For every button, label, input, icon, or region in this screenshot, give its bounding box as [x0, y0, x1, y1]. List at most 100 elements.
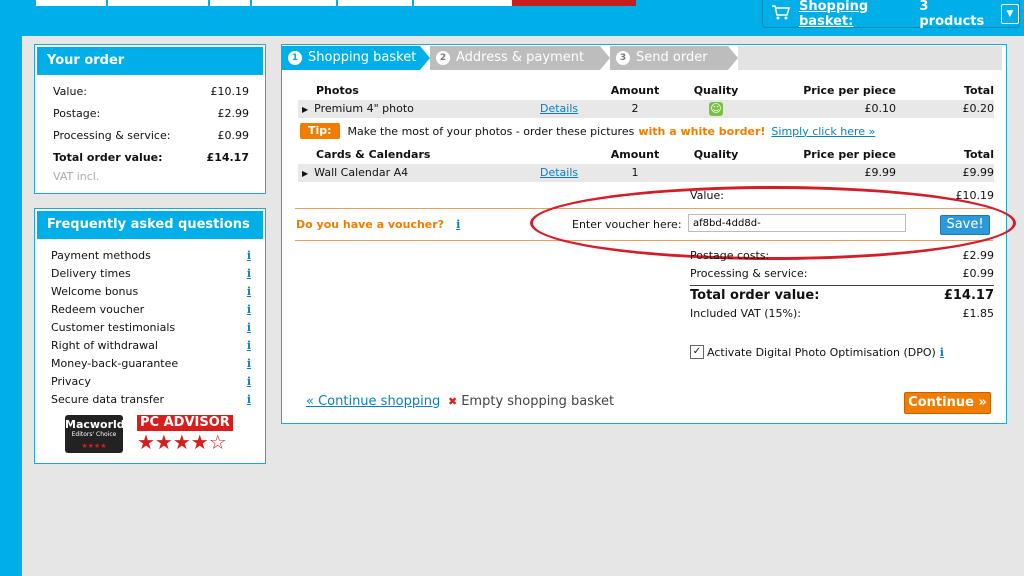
amount-value: 1: [631, 166, 639, 179]
tip-link[interactable]: Simply click here »: [771, 125, 875, 138]
order-label: Total order value:: [53, 151, 163, 164]
smiley-quality-icon: ☺: [709, 102, 723, 116]
top-nav-tabs[interactable]: [36, 0, 516, 6]
faq-item-label[interactable]: Money-back-guarantee: [51, 355, 178, 373]
expand-triangle-icon[interactable]: ▶: [302, 105, 308, 114]
info-icon[interactable]: i: [247, 283, 251, 301]
info-icon[interactable]: i: [247, 319, 251, 337]
top-tab[interactable]: [414, 0, 516, 6]
total-label: Total order value:: [690, 288, 820, 303]
faq-item[interactable]: Welcome bonus i: [51, 283, 251, 301]
info-icon[interactable]: i: [247, 301, 251, 319]
faq-item-label[interactable]: Welcome bonus: [51, 283, 138, 301]
macworld-sub: Editors' Choice: [71, 431, 117, 438]
continue-button[interactable]: Continue »: [904, 392, 991, 414]
tip-badge: Tip:: [300, 123, 340, 139]
checkout-steps: 1 Shopping basket 2 Address & payment 3 Sen…: [282, 46, 1002, 70]
empty-basket-label[interactable]: Empty shopping basket: [461, 394, 614, 409]
vat-row: Included VAT (15%): £1.85: [690, 307, 994, 320]
continue-shopping-link[interactable]: « Continue shopping: [306, 394, 440, 409]
cards-table: Cards & Calendars Amount Quality Price p…: [298, 146, 994, 182]
info-icon[interactable]: i: [456, 218, 460, 231]
product-name: Wall Calendar A4: [314, 166, 409, 179]
faq-item[interactable]: Customer testimonials i: [51, 319, 251, 337]
faq-item-label[interactable]: Privacy: [51, 373, 91, 391]
faq-item-label[interactable]: Right of withdrawal: [51, 337, 158, 355]
info-icon[interactable]: i: [247, 391, 251, 409]
product-name: Premium 4" photo: [314, 102, 414, 115]
total-value: £9.99: [962, 166, 995, 179]
table-row[interactable]: ▶ Premium 4" photo Details 2 ☺ £0.10 £0.2…: [298, 100, 994, 118]
faq-item[interactable]: Privacy i: [51, 373, 251, 391]
info-icon[interactable]: i: [247, 247, 251, 265]
processing-label: Processing & service:: [690, 267, 808, 280]
order-label: Value:: [53, 85, 87, 98]
details-cell: Details: [534, 100, 594, 118]
order-row: Processing & service: £0.99: [35, 125, 265, 147]
faq-list: Payment methods i Delivery times i Welcome…: [35, 241, 265, 409]
info-icon[interactable]: i: [247, 355, 251, 373]
postage-row: Postage costs: £2.99: [690, 249, 994, 262]
col-price: Price per piece: [803, 148, 896, 161]
faq-title: Frequently asked questions: [37, 211, 263, 239]
faq-item[interactable]: Right of withdrawal i: [51, 337, 251, 355]
col-amount: Amount: [610, 148, 660, 161]
faq-item-label[interactable]: Customer testimonials: [51, 319, 175, 337]
info-icon[interactable]: i: [247, 373, 251, 391]
faq-item[interactable]: Redeem voucher i: [51, 301, 251, 319]
step-shopping-basket[interactable]: 1 Shopping basket: [282, 46, 420, 70]
dpo-checkbox[interactable]: ✓: [690, 345, 704, 359]
top-tab[interactable]: [210, 0, 252, 6]
chevron-down-icon[interactable]: ▼: [1000, 3, 1020, 24]
step-address-payment[interactable]: 2 Address & payment: [430, 46, 600, 70]
amount-value: 2: [631, 102, 639, 115]
order-label: Processing & service:: [53, 129, 171, 142]
details-link[interactable]: Details: [540, 102, 578, 115]
order-row: Value: £10.19: [35, 81, 265, 103]
tip-banner: Tip: Make the most of your photos - orde…: [300, 123, 875, 139]
col-quality: Quality: [693, 84, 739, 97]
pc-advisor-logo-text: PC ADVISOR: [137, 415, 233, 431]
faq-item-label[interactable]: Payment methods: [51, 247, 151, 265]
processing-row: Processing & service: £0.99: [690, 267, 994, 280]
tip-highlight: with a white border!: [638, 124, 766, 138]
expand-triangle-icon[interactable]: ▶: [302, 169, 308, 178]
details-link[interactable]: Details: [540, 166, 578, 179]
table-row[interactable]: ▶ Wall Calendar A4 Details 1 £9.99 £9.99: [298, 164, 994, 182]
shopping-basket-widget[interactable]: Shopping basket: 3 products ▼: [762, 0, 1020, 29]
quality-cell: ☺: [676, 100, 756, 118]
faq-item-label[interactable]: Secure data transfer: [51, 391, 164, 409]
cart-icon: [771, 4, 791, 24]
top-tab[interactable]: [338, 0, 414, 6]
col-total: Total: [963, 84, 994, 97]
step-label: Send order: [636, 50, 708, 65]
faq-item[interactable]: Payment methods i: [51, 247, 251, 265]
table-header: Photos Amount Quality Price per piece To…: [298, 82, 994, 100]
total-amount: £14.17: [943, 288, 994, 303]
dpo-label: Activate Digital Photo Optimisation (DPO…: [707, 345, 936, 359]
col-amount: Amount: [610, 84, 660, 97]
step-send-order[interactable]: 3 Send order: [610, 46, 728, 70]
order-total-row: Total order value: £14.17: [35, 147, 265, 169]
basket-link[interactable]: Shopping basket:: [799, 0, 915, 29]
top-tab[interactable]: [36, 0, 108, 6]
step-number: 3: [616, 51, 630, 65]
info-icon[interactable]: i: [247, 337, 251, 355]
order-value: £0.99: [217, 129, 250, 142]
top-tab[interactable]: [108, 0, 210, 6]
faq-item-label[interactable]: Delivery times: [51, 265, 131, 283]
faq-item[interactable]: Delivery times i: [51, 265, 251, 283]
total-value: £0.20: [962, 102, 995, 115]
faq-item[interactable]: Secure data transfer i: [51, 391, 251, 409]
empty-basket-action[interactable]: ✖ Empty shopping basket: [448, 394, 614, 409]
faq-item-label[interactable]: Redeem voucher: [51, 301, 144, 319]
award-badges: Macworld Editors' Choice ★★★★ PC ADVISOR ★★…: [35, 409, 265, 453]
info-icon[interactable]: i: [247, 265, 251, 283]
info-icon[interactable]: i: [940, 346, 944, 359]
top-promo-tab[interactable]: [512, 0, 636, 6]
your-order-panel: Your order Value: £10.19 Postage: £2.99 Pr…: [34, 44, 266, 194]
top-tab[interactable]: [252, 0, 338, 6]
order-value: £14.17: [206, 151, 249, 164]
faq-item[interactable]: Money-back-guarantee i: [51, 355, 251, 373]
step-label: Shopping basket: [308, 50, 417, 65]
